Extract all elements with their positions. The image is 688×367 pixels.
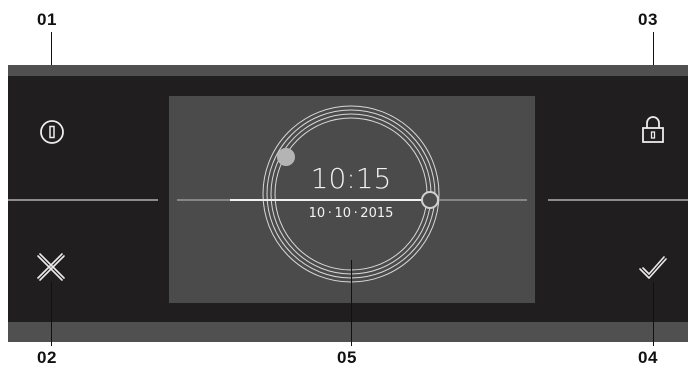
callout-05: 05 <box>337 348 357 367</box>
dial-knob-ring[interactable] <box>421 191 439 209</box>
date-display: 10 · 10 · 2015 <box>308 206 394 221</box>
leader-line-02 <box>51 282 52 346</box>
power-button[interactable] <box>39 119 65 145</box>
cancel-x-icon <box>37 253 65 281</box>
lock-icon <box>642 116 664 143</box>
confirm-button[interactable] <box>638 256 668 282</box>
lock-button[interactable] <box>641 114 665 144</box>
time-display: 10:15 <box>310 162 392 195</box>
checkmark-icon <box>639 256 667 279</box>
leader-line-04 <box>653 282 654 346</box>
cancel-button[interactable] <box>36 252 66 282</box>
callout-02: 02 <box>37 348 57 367</box>
callout-04: 04 <box>638 348 658 367</box>
dial-knob-filled[interactable] <box>277 148 295 166</box>
leader-line-05 <box>351 260 352 346</box>
power-icon <box>40 120 64 144</box>
